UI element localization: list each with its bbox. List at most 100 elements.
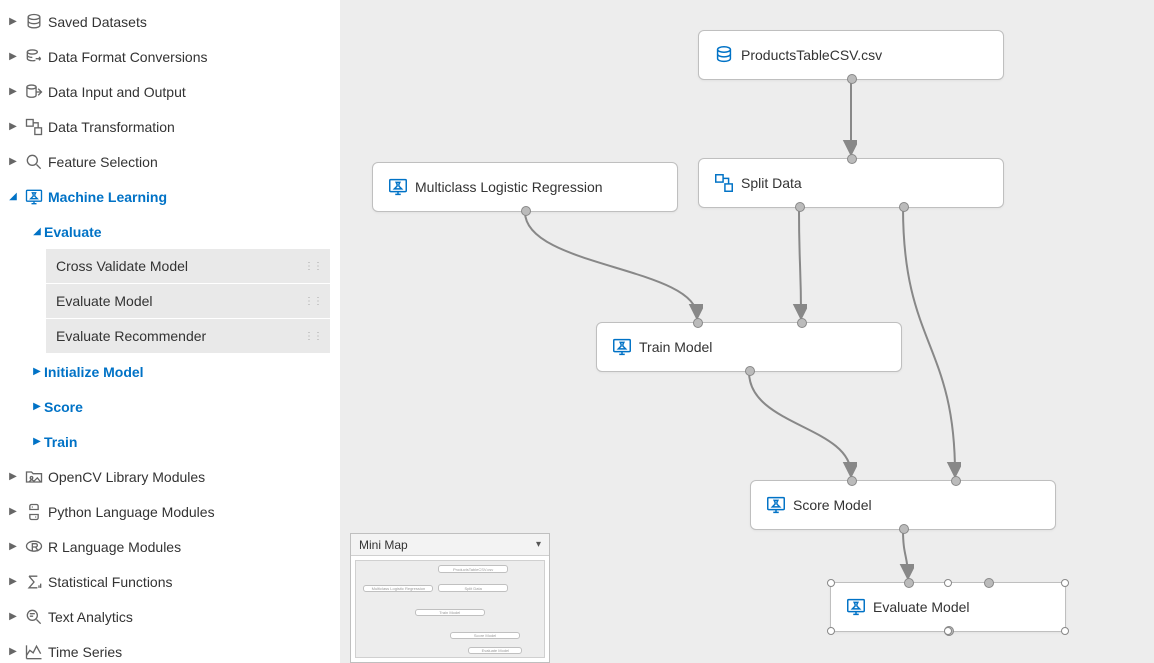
palette-category-python[interactable]: ▶ Python Language Modules [0,494,340,529]
transform-icon [20,117,48,137]
palette-subcategory-label: Initialize Model [44,364,330,380]
chevron-right-icon: ▶ [6,86,20,97]
output-port[interactable] [795,202,805,212]
palette-module-label: Evaluate Recommender [56,328,206,344]
selection-handle[interactable] [827,579,835,587]
input-port[interactable] [847,476,857,486]
palette-category-label: Feature Selection [48,154,330,170]
flask-monitor-icon [20,187,48,207]
chevron-right-icon: ▶ [6,51,20,62]
flask-monitor-icon [387,176,415,198]
output-port[interactable] [521,206,531,216]
palette-category-data-io[interactable]: ▶ Data Input and Output [0,74,340,109]
input-port[interactable] [984,578,994,588]
chevron-right-icon: ▶ [6,471,20,482]
chevron-right-icon: ▶ [6,611,20,622]
output-port[interactable] [899,524,909,534]
palette-category-label: R Language Modules [48,539,330,555]
minimap-header[interactable]: Mini Map ▾ [351,534,549,556]
palette-category-label: Text Analytics [48,609,330,625]
palette-category-data-transformation[interactable]: ▶ Data Transformation [0,109,340,144]
minimap-viewport[interactable]: ProductsTableCSV.csvMulticlass Logistic … [355,560,545,658]
selection-handle[interactable] [944,627,952,635]
canvas-node-evaluate[interactable]: Evaluate Model [830,582,1066,632]
selection-handle[interactable] [1061,627,1069,635]
canvas-node-train[interactable]: Train Model [596,322,902,372]
canvas-node-score[interactable]: Score Model [750,480,1056,530]
palette-category-label: Machine Learning [48,189,330,205]
palette-module-evaluate-model[interactable]: Evaluate Model ⋮⋮ [46,284,330,319]
python-icon [20,502,48,522]
selection-handle[interactable] [827,627,835,635]
palette-module-evaluate-recommender[interactable]: Evaluate Recommender ⋮⋮ [46,319,330,354]
edge[interactable] [525,212,697,316]
chevron-right-icon: ▶ [30,366,44,377]
canvas-node-dataset[interactable]: ProductsTableCSV.csv [698,30,1004,80]
palette-subcategory-label: Evaluate [44,224,330,240]
canvas-node-label: ProductsTableCSV.csv [741,47,882,63]
experiment-canvas[interactable]: ProductsTableCSV.csv Multiclass Logistic … [340,0,1154,663]
palette-category-label: Data Input and Output [48,84,330,100]
drag-grip-icon: ⋮⋮ [304,296,322,307]
canvas-node-split[interactable]: Split Data [698,158,1004,208]
palette-category-feature-selection[interactable]: ▶ Feature Selection [0,144,340,179]
palette-category-r[interactable]: ▶ R Language Modules [0,529,340,564]
palette-category-machine-learning[interactable]: ◢ Machine Learning [0,179,340,214]
flask-monitor-icon [765,494,793,516]
selection-handle[interactable] [1061,579,1069,587]
module-palette: ▶ Saved Datasets ▶ Data Format Conversio… [0,0,340,663]
input-port[interactable] [904,578,914,588]
minimap-panel[interactable]: Mini Map ▾ ProductsTableCSV.csvMulticlas… [350,533,550,663]
canvas-node-label: Split Data [741,175,802,191]
edge[interactable] [799,208,801,316]
palette-subcategory-evaluate[interactable]: ◢ Evaluate [0,214,340,249]
chevron-right-icon: ▶ [6,506,20,517]
palette-module-label: Cross Validate Model [56,258,188,274]
palette-category-text-analytics[interactable]: ▶ Text Analytics [0,599,340,634]
minimap-title: Mini Map [359,538,408,552]
palette-subcategory-score[interactable]: ▶ Score [0,389,340,424]
palette-category-label: Statistical Functions [48,574,330,590]
database-icon [713,44,741,66]
database-icon [20,12,48,32]
drag-grip-icon: ⋮⋮ [304,331,322,342]
chevron-right-icon: ▶ [30,436,44,447]
minimap-node: Multiclass Logistic Regression [363,585,433,592]
input-port[interactable] [693,318,703,328]
palette-subcategory-train[interactable]: ▶ Train [0,424,340,459]
input-port[interactable] [797,318,807,328]
timeseries-icon [20,642,48,662]
palette-category-statistical-functions[interactable]: ▶ Statistical Functions [0,564,340,599]
folder-image-icon [20,467,48,487]
palette-subcategory-label: Train [44,434,330,450]
output-port[interactable] [899,202,909,212]
text-magnifier-icon [20,607,48,627]
palette-category-saved-datasets[interactable]: ▶ Saved Datasets [0,4,340,39]
chevron-down-icon: ◢ [6,191,20,202]
output-port[interactable] [745,366,755,376]
edge[interactable] [903,530,908,576]
minimap-node: Split Data [438,584,508,591]
canvas-node-label: Multiclass Logistic Regression [415,179,603,195]
edge[interactable] [903,208,955,474]
input-port[interactable] [847,154,857,164]
sigma-icon [20,572,48,592]
palette-category-time-series[interactable]: ▶ Time Series [0,634,340,663]
chevron-down-icon: ◢ [30,226,44,237]
chevron-right-icon: ▶ [30,401,44,412]
palette-category-label: Python Language Modules [48,504,330,520]
canvas-node-algo[interactable]: Multiclass Logistic Regression [372,162,678,212]
minimap-node: Score Model [450,632,520,639]
palette-category-data-format-conversions[interactable]: ▶ Data Format Conversions [0,39,340,74]
palette-category-label: Saved Datasets [48,14,330,30]
edge[interactable] [749,372,851,474]
selection-handle[interactable] [944,579,952,587]
drag-grip-icon: ⋮⋮ [304,261,322,272]
palette-category-label: Time Series [48,644,330,660]
palette-category-opencv[interactable]: ▶ OpenCV Library Modules [0,459,340,494]
palette-subcategory-initialize-model[interactable]: ▶ Initialize Model [0,354,340,389]
output-port[interactable] [847,74,857,84]
palette-module-cross-validate-model[interactable]: Cross Validate Model ⋮⋮ [46,249,330,284]
input-port[interactable] [951,476,961,486]
database-io-icon [20,82,48,102]
